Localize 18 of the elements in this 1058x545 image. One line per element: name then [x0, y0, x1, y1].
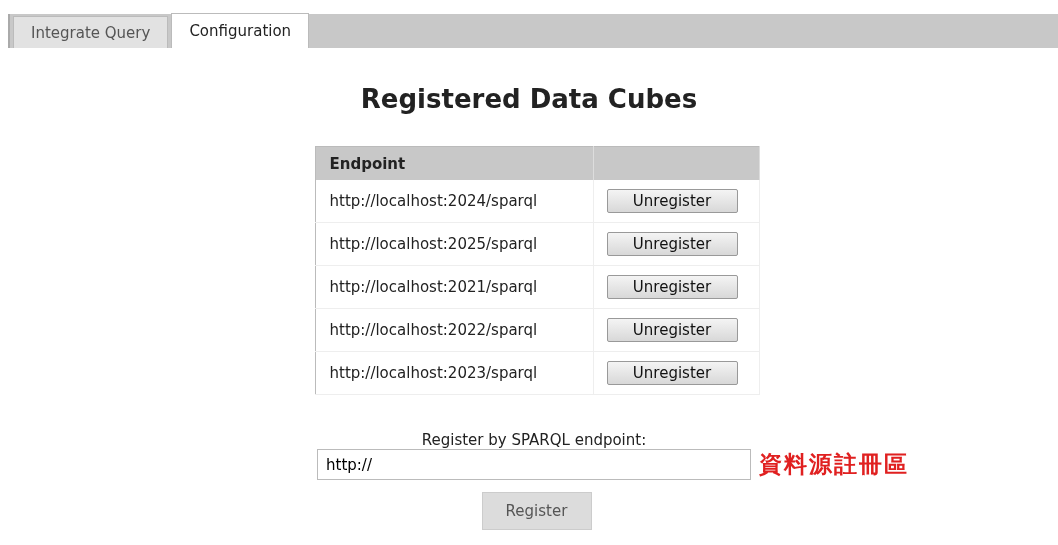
unregister-button[interactable]: Unregister	[606, 189, 738, 213]
table-cell: http://localhost:2021/sparql	[315, 265, 593, 309]
table-cell: http://localhost:2025/sparql	[315, 222, 593, 266]
tab[interactable]: Integrate Query	[13, 16, 169, 48]
table-cell: http://localhost:2022/sparql	[315, 308, 593, 352]
unregister-button[interactable]: Unregister	[606, 318, 738, 342]
table-cell: http://localhost:2024/sparql	[315, 180, 593, 223]
table-cell: http://localhost:2023/sparql	[315, 351, 593, 395]
column-header: Endpoint	[315, 146, 593, 180]
endpoint-input-field[interactable]: http://	[317, 449, 751, 480]
field-label: Register by SPARQL endpoint:	[421, 431, 647, 449]
page-title: Registered Data Cubes	[359, 84, 699, 114]
unregister-button[interactable]: Unregister	[606, 232, 738, 256]
tab[interactable]: Configuration	[171, 13, 310, 48]
unregister-button[interactable]: Unregister	[606, 361, 738, 385]
register-button[interactable]: Register	[481, 492, 592, 530]
unregister-button[interactable]: Unregister	[606, 275, 738, 299]
annotation-text: 資料源註冊區	[759, 450, 909, 479]
